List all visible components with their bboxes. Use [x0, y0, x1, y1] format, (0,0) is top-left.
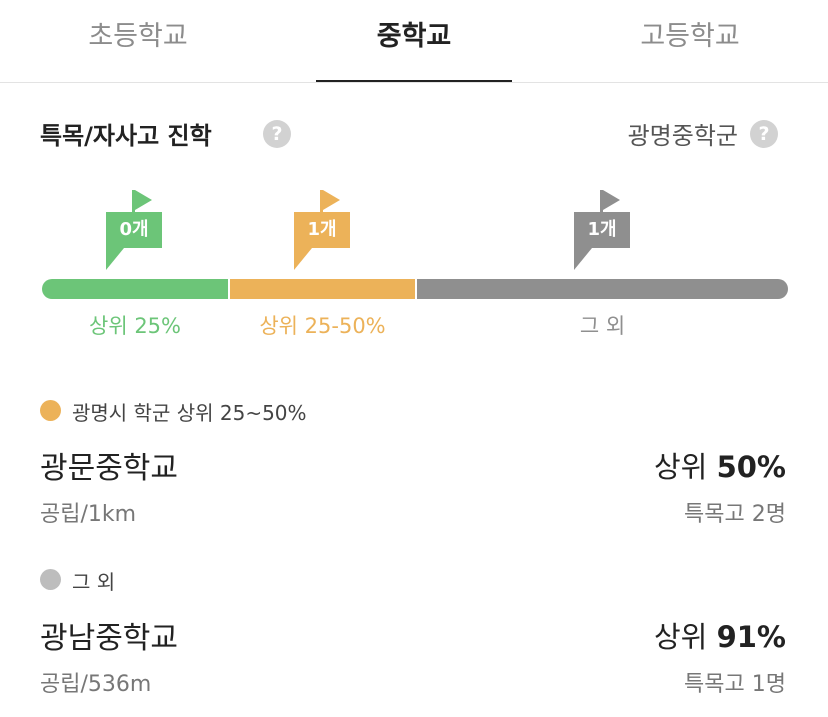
tab-middle[interactable]: 중학교 — [316, 0, 512, 82]
school-name[interactable]: 광남중학교 — [40, 613, 178, 657]
bar-segment-top25 — [42, 279, 228, 299]
tab-elementary[interactable]: 초등학교 — [0, 0, 276, 82]
school-level-tabs: 초등학교 중학교 고등학교 — [0, 0, 828, 83]
section-title: 특목/자사고 진학 — [40, 122, 212, 150]
active-tab-indicator — [316, 80, 512, 82]
school-meta: 공립/1km — [40, 502, 137, 527]
school-rank: 상위 50% — [654, 444, 786, 486]
bar-segment-top25-50 — [230, 279, 415, 299]
group-label-top25-50: 광명시 학군 상위 25~50% — [72, 401, 307, 425]
rank-value: 50% — [716, 450, 786, 484]
flag-others-count: 1개 — [587, 219, 617, 240]
rank-prefix: 상위 — [653, 450, 708, 484]
rank-value: 91% — [716, 620, 786, 654]
school-name[interactable]: 광문중학교 — [40, 443, 178, 487]
flag-top25-count: 0개 — [119, 219, 149, 240]
group-dot-top25-50 — [40, 400, 61, 421]
school-meta: 공립/536m — [40, 672, 152, 697]
flag-others: 1개 — [574, 190, 634, 270]
school-rank: 상위 91% — [654, 614, 786, 656]
help-icon[interactable]: ? — [263, 120, 291, 148]
flag-top25-50-count: 1개 — [307, 219, 337, 240]
flag-top25-50: 1개 — [294, 190, 354, 270]
group-label-others: 그 외 — [72, 570, 116, 594]
special-school-count: 특목고 1명 — [684, 672, 786, 697]
bar-label-top25-50: 상위 25-50% — [259, 314, 386, 338]
flag-top25: 0개 — [106, 190, 166, 270]
district-name: 광명중학군 — [627, 122, 738, 150]
bar-label-top25: 상위 25% — [89, 314, 181, 338]
tab-high[interactable]: 고등학교 — [552, 0, 828, 82]
special-school-count: 특목고 2명 — [684, 502, 786, 527]
rank-prefix: 상위 — [653, 620, 708, 654]
district-help-icon[interactable]: ? — [750, 120, 778, 148]
bar-segment-others — [417, 279, 788, 299]
group-dot-others — [40, 569, 61, 590]
bar-label-others: 그 외 — [579, 314, 626, 338]
